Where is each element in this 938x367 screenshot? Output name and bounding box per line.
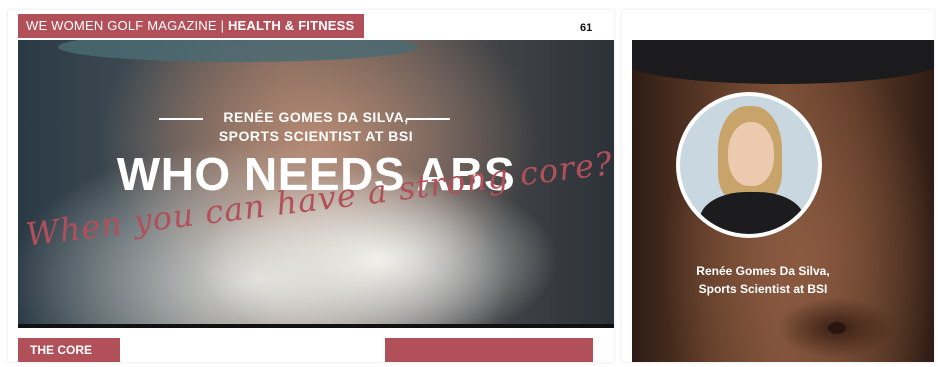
portrait-body [700,192,804,234]
portrait-caption-name: Renée Gomes Da Silva, [696,264,830,278]
section-tag: THE CORE [18,338,120,362]
section-name: HEALTH & FITNESS [227,18,355,33]
accent-block [385,338,593,362]
author-byline: RENÉE GOMES DA SILVA, [223,109,409,125]
abs-photo: Renée Gomes Da Silva, Sports Scientist a… [632,40,934,362]
author-portrait [676,92,822,238]
magazine-name: WE WOMEN GOLF MAGAZINE [26,18,217,33]
hero-image: RENÉE GOMES DA SILVA, SPORTS SCIENTIST A… [18,40,614,324]
magazine-header: WE WOMEN GOLF MAGAZINE | HEALTH & FITNES… [18,14,364,38]
author-title: SPORTS SCIENTIST AT BSI [218,128,414,144]
top-strap-graphic [58,40,418,62]
navel-graphic [828,322,846,334]
portrait-face [728,122,774,186]
hero-divider [18,324,614,328]
sports-bra-graphic [632,40,934,84]
page-number: 61 [580,22,593,34]
right-page: Renée Gomes Da Silva, Sports Scientist a… [622,10,934,362]
portrait-caption-title: Sports Scientist at BSI [698,282,828,296]
header-separator: | [220,18,225,33]
left-page: WE WOMEN GOLF MAGAZINE | HEALTH & FITNES… [8,10,614,362]
